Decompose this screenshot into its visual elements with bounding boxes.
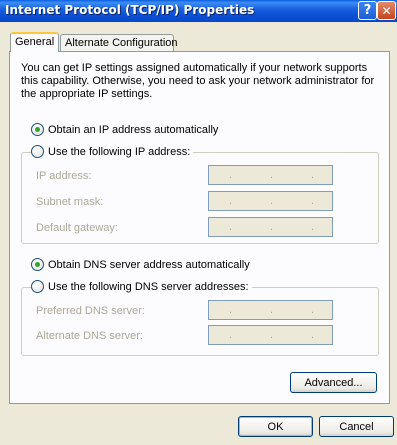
preferred-dns-field[interactable]: . . .: [208, 300, 333, 320]
preferred-dns-label: Preferred DNS server:: [36, 305, 145, 317]
alternate-dns-field[interactable]: . . .: [208, 325, 333, 345]
dns-group-box: [21, 287, 379, 356]
ip-dot: .: [270, 195, 274, 207]
ip-dot: .: [311, 195, 315, 207]
ip-dot: .: [229, 169, 233, 181]
radio-unchecked-icon: [31, 145, 44, 158]
ip-dot: .: [311, 221, 315, 233]
cancel-button[interactable]: Cancel: [319, 416, 394, 437]
ok-button[interactable]: OK: [238, 416, 313, 437]
radio-checked-icon: [31, 258, 44, 271]
obtain-dns-auto-radio[interactable]: Obtain DNS server address automatically: [31, 258, 250, 271]
ok-button-label: OK: [267, 420, 284, 433]
tab-general-label: General: [15, 36, 55, 48]
close-button[interactable]: ✕: [377, 1, 396, 20]
ip-dot: .: [311, 169, 315, 181]
ip-dot: .: [270, 169, 274, 181]
ip-dot: .: [311, 304, 315, 316]
subnet-mask-label: Subnet mask:: [36, 196, 104, 208]
ip-dot: .: [270, 329, 274, 341]
default-gateway-field[interactable]: . . .: [208, 217, 333, 237]
alternate-dns-label: Alternate DNS server:: [36, 330, 143, 342]
radio-checked-icon: [31, 123, 44, 136]
cancel-button-label: Cancel: [339, 420, 374, 433]
ip-dot: .: [311, 329, 315, 341]
title-bar: Internet Protocol (TCP/IP) Properties ? …: [0, 0, 397, 22]
use-following-ip-radio[interactable]: Use the following IP address:: [31, 145, 194, 158]
ip-dot: .: [229, 329, 233, 341]
obtain-ip-auto-radio[interactable]: Obtain an IP address automatically: [31, 123, 218, 136]
default-gateway-label: Default gateway:: [36, 222, 118, 234]
description-text: You can get IP settings assigned automat…: [21, 62, 375, 100]
ip-dot: .: [229, 195, 233, 207]
close-icon: ✕: [381, 3, 392, 18]
tab-alternate-configuration-label: Alternate Configuration: [65, 37, 178, 49]
advanced-button-label: Advanced...: [304, 376, 363, 389]
use-following-ip-label: Use the following IP address:: [48, 145, 191, 158]
help-icon: ?: [363, 3, 372, 18]
obtain-dns-auto-label: Obtain DNS server address automatically: [48, 258, 250, 271]
ip-dot: .: [270, 304, 274, 316]
tab-alternate-configuration[interactable]: Alternate Configuration: [60, 34, 178, 52]
ip-dot: .: [270, 221, 274, 233]
help-button[interactable]: ?: [358, 1, 377, 20]
subnet-mask-field[interactable]: . . .: [208, 191, 333, 211]
use-following-dns-radio[interactable]: Use the following DNS server addresses:: [31, 280, 252, 293]
obtain-ip-auto-label: Obtain an IP address automatically: [48, 123, 219, 136]
ip-dot: .: [229, 221, 233, 233]
ip-dot: .: [229, 304, 233, 316]
radio-unchecked-icon: [31, 280, 44, 293]
advanced-button[interactable]: Advanced...: [290, 372, 377, 393]
window-title: Internet Protocol (TCP/IP) Properties: [5, 3, 255, 17]
tab-general[interactable]: General: [10, 32, 59, 52]
use-following-dns-label: Use the following DNS server addresses:: [48, 280, 249, 293]
ip-address-label: IP address:: [36, 170, 92, 182]
ip-address-field[interactable]: . . .: [208, 165, 333, 185]
